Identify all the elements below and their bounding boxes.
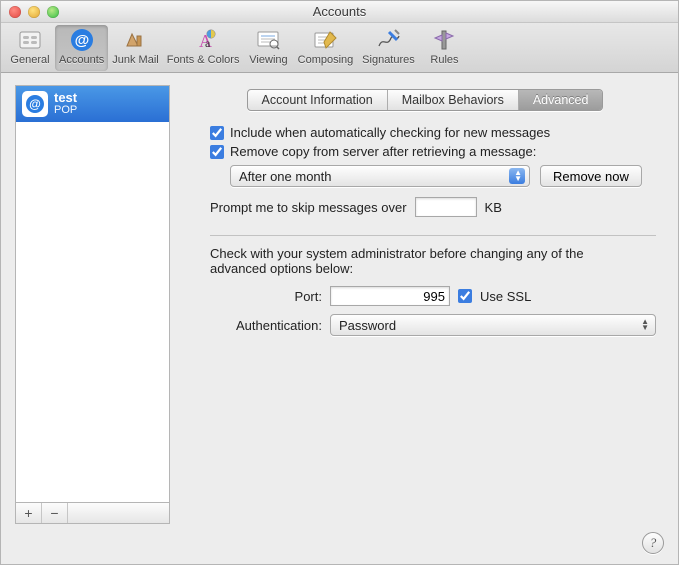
account-name: test xyxy=(54,91,77,104)
window-controls xyxy=(9,6,59,18)
divider xyxy=(210,235,656,236)
tab-advanced[interactable]: Advanced xyxy=(519,90,603,110)
at-icon: @ xyxy=(22,91,48,117)
toolbar-item-viewing[interactable]: Viewing xyxy=(243,25,293,71)
toolbar-item-label: Rules xyxy=(430,54,458,66)
svg-text:@: @ xyxy=(29,97,41,111)
toolbar-item-fonts-colors[interactable]: Aa Fonts & Colors xyxy=(163,25,244,71)
remove-copy-interval-value: After one month xyxy=(239,169,332,184)
toolbar: General @ Accounts Junk Mail Aa Fonts & … xyxy=(1,23,678,73)
remove-now-button[interactable]: Remove now xyxy=(540,165,642,187)
composing-icon xyxy=(311,27,339,53)
tab-bar: Account Information Mailbox Behaviors Ad… xyxy=(186,89,664,111)
svg-text:@: @ xyxy=(74,32,89,49)
authentication-select[interactable]: Password ▲▼ xyxy=(330,314,656,336)
authentication-label: Authentication: xyxy=(210,318,322,333)
include-checking-row: Include when automatically checking for … xyxy=(210,125,656,140)
toolbar-item-label: Viewing xyxy=(249,54,287,66)
port-row: Port: Use SSL xyxy=(210,286,656,306)
fonts-icon: Aa xyxy=(189,27,217,53)
window-title: Accounts xyxy=(1,4,678,19)
viewing-icon xyxy=(254,27,282,53)
include-checking-label: Include when automatically checking for … xyxy=(230,125,550,140)
titlebar[interactable]: Accounts xyxy=(1,1,678,23)
authentication-value: Password xyxy=(339,318,396,333)
accounts-sidebar: @ test POP + − xyxy=(15,85,170,524)
preferences-window: Accounts General @ Accounts Junk Mail Aa… xyxy=(0,0,679,565)
advanced-form: Include when automatically checking for … xyxy=(186,111,664,344)
settings-pane: Account Information Mailbox Behaviors Ad… xyxy=(186,85,664,524)
sidebar-footer: + − xyxy=(15,502,170,524)
tab-account-information[interactable]: Account Information xyxy=(248,90,388,110)
help-icon: ? xyxy=(650,535,657,551)
accounts-list[interactable]: @ test POP xyxy=(15,85,170,502)
toolbar-item-signatures[interactable]: Signatures xyxy=(357,25,419,71)
close-button[interactable] xyxy=(9,6,21,18)
use-ssl-label: Use SSL xyxy=(480,289,531,304)
tab-segmented-control: Account Information Mailbox Behaviors Ad… xyxy=(247,89,604,111)
switches-icon xyxy=(16,27,44,53)
use-ssl-checkbox[interactable] xyxy=(458,289,472,303)
toolbar-item-composing[interactable]: Composing xyxy=(293,25,357,71)
remove-copy-row: Remove copy from server after retrieving… xyxy=(210,144,656,159)
account-type: POP xyxy=(54,104,77,117)
updown-icon: ▲▼ xyxy=(514,170,522,182)
toolbar-item-general[interactable]: General xyxy=(5,25,55,71)
tab-mailbox-behaviors[interactable]: Mailbox Behaviors xyxy=(388,90,519,110)
port-label: Port: xyxy=(210,289,322,304)
minimize-button[interactable] xyxy=(28,6,40,18)
remove-account-button[interactable]: − xyxy=(42,503,68,523)
help-button[interactable]: ? xyxy=(642,532,664,554)
port-input[interactable] xyxy=(330,286,450,306)
admin-note: Check with your system administrator bef… xyxy=(210,246,656,276)
toolbar-item-rules[interactable]: Rules xyxy=(419,25,469,71)
remove-copy-options-row: After one month ▲▼ Remove now xyxy=(230,165,656,187)
at-icon: @ xyxy=(68,27,96,53)
signature-icon xyxy=(374,27,402,53)
zoom-button[interactable] xyxy=(47,6,59,18)
content-area: @ test POP + − Account Information Mailb… xyxy=(1,73,678,534)
skip-messages-row: Prompt me to skip messages over KB xyxy=(210,197,656,217)
toolbar-item-label: Junk Mail xyxy=(112,54,158,66)
skip-size-input[interactable] xyxy=(415,197,477,217)
toolbar-item-junk-mail[interactable]: Junk Mail xyxy=(108,25,162,71)
toolbar-item-label: General xyxy=(10,54,49,66)
skip-messages-label: Prompt me to skip messages over xyxy=(210,200,407,215)
skip-units-label: KB xyxy=(485,200,502,215)
remove-copy-checkbox[interactable] xyxy=(210,145,224,159)
junk-icon xyxy=(121,27,149,53)
authentication-row: Authentication: Password ▲▼ xyxy=(210,314,656,336)
toolbar-item-accounts[interactable]: @ Accounts xyxy=(55,25,108,71)
rules-icon xyxy=(430,27,458,53)
toolbar-item-label: Signatures xyxy=(362,54,415,66)
add-account-button[interactable]: + xyxy=(16,503,42,523)
remove-copy-interval-select[interactable]: After one month ▲▼ xyxy=(230,165,530,187)
remove-copy-label: Remove copy from server after retrieving… xyxy=(230,144,536,159)
updown-icon: ▲▼ xyxy=(641,319,649,331)
account-row-selected[interactable]: @ test POP xyxy=(16,86,169,122)
include-checking-checkbox[interactable] xyxy=(210,126,224,140)
toolbar-item-label: Composing xyxy=(298,54,354,66)
toolbar-item-label: Accounts xyxy=(59,54,104,66)
toolbar-item-label: Fonts & Colors xyxy=(167,54,240,66)
